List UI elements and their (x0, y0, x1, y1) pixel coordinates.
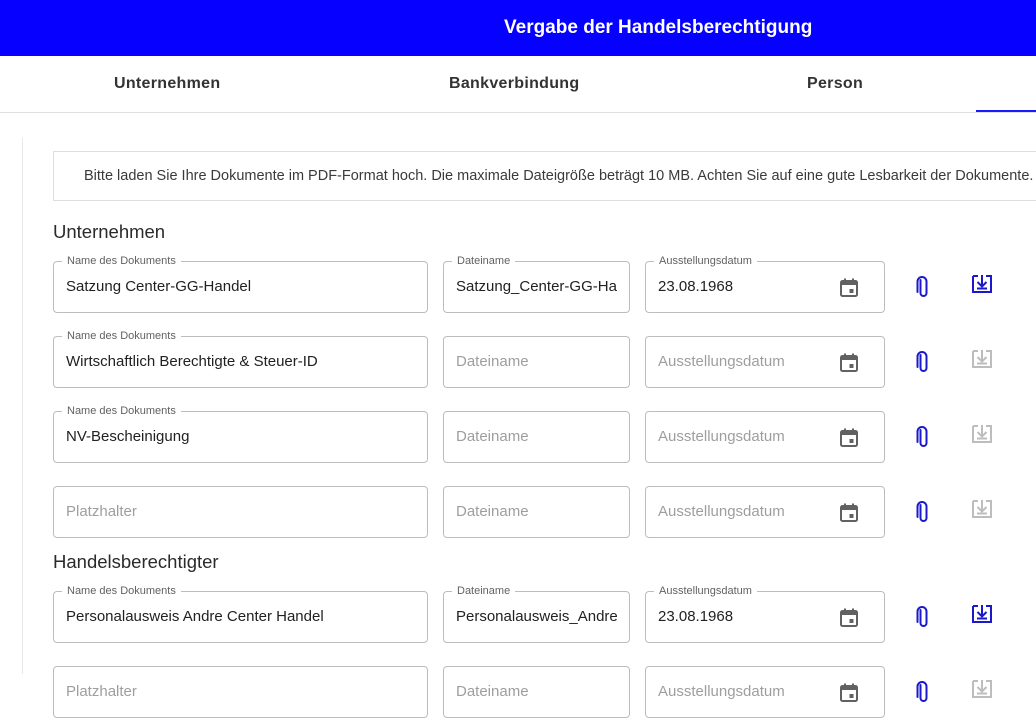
file-name-placeholder: Dateiname (456, 683, 529, 700)
file-name-field[interactable]: Dateiname (443, 336, 630, 388)
document-name-label: Name des Dokuments (62, 584, 181, 598)
active-tab-indicator (976, 110, 1036, 112)
info-text: Bitte laden Sie Ihre Dokumente im PDF-Fo… (84, 168, 1034, 184)
document-name-placeholder: Platzhalter (66, 503, 137, 520)
issue-date-field[interactable]: Ausstellungsdatum 23.08.1968 (645, 254, 885, 313)
download-icon[interactable] (969, 271, 995, 297)
document-name-placeholder: Platzhalter (66, 683, 137, 700)
issue-date-field[interactable]: Ausstellungsdatum (645, 486, 885, 538)
info-banner: Bitte laden Sie Ihre Dokumente im PDF-Fo… (53, 151, 1036, 201)
calendar-icon[interactable] (840, 428, 858, 447)
document-name-field[interactable]: Platzhalter (53, 486, 428, 538)
issue-date-placeholder: Ausstellungsdatum (658, 353, 785, 370)
issue-date-field[interactable]: Ausstellungsdatum (645, 411, 885, 463)
document-name-value: Satzung Center-GG-Handel (66, 278, 252, 295)
file-name-label: Dateiname (452, 584, 516, 598)
issue-date-placeholder: Ausstellungsdatum (658, 683, 785, 700)
file-name-placeholder: Dateiname (456, 428, 529, 445)
section-title: Unternehmen (53, 221, 166, 242)
document-name-value: Personalausweis Andre Center Handel (66, 608, 324, 625)
file-name-field[interactable]: Dateiname Satzung_Center-GG-Handel (443, 254, 630, 313)
download-icon (969, 346, 995, 372)
document-name-field[interactable]: Name des Dokuments NV-Bescheinigung (53, 404, 428, 463)
paperclip-icon[interactable] (909, 349, 935, 375)
file-name-placeholder: Dateiname (456, 503, 529, 520)
paperclip-icon[interactable] (909, 679, 935, 705)
calendar-icon[interactable] (840, 353, 858, 372)
file-name-field[interactable]: Dateiname (443, 411, 630, 463)
issue-date-label: Ausstellungsdatum (654, 584, 757, 598)
paperclip-icon[interactable] (909, 604, 935, 630)
calendar-icon[interactable] (840, 683, 858, 702)
file-name-field[interactable]: Dateiname (443, 486, 630, 538)
issue-date-label: Ausstellungsdatum (654, 254, 757, 268)
document-name-label: Name des Dokuments (62, 254, 181, 268)
paperclip-icon[interactable] (909, 499, 935, 525)
paperclip-icon[interactable] (909, 274, 935, 300)
file-name-value: Personalausweis_Andre_Center_Handel (456, 608, 617, 625)
document-name-label: Name des Dokuments (62, 404, 181, 418)
document-name-field[interactable]: Name des Dokuments Wirtschaftlich Berecht… (53, 329, 428, 388)
page-title: Vergabe der Handelsberechtigung (504, 17, 813, 38)
download-icon (969, 496, 995, 522)
tab-bankverbindung[interactable]: Bankverbindung (449, 56, 579, 112)
calendar-icon[interactable] (840, 278, 858, 297)
document-name-label: Name des Dokuments (62, 329, 181, 343)
calendar-icon[interactable] (840, 503, 858, 522)
tab-person[interactable]: Person (807, 56, 863, 112)
issue-date-placeholder: Ausstellungsdatum (658, 428, 785, 445)
file-name-label: Dateiname (452, 254, 516, 268)
tab-unternehmen[interactable]: Unternehmen (114, 56, 220, 112)
document-name-value: Wirtschaftlich Berechtigte & Steuer-ID (66, 353, 318, 370)
download-icon (969, 421, 995, 447)
issue-date-placeholder: Ausstellungsdatum (658, 503, 785, 520)
tab-bar: Unternehmen Bankverbindung Person (0, 56, 1036, 113)
issue-date-field[interactable]: Ausstellungsdatum (645, 336, 885, 388)
calendar-icon[interactable] (840, 608, 858, 627)
document-name-value: NV-Bescheinigung (66, 428, 190, 445)
download-icon (969, 676, 995, 702)
issue-date-field[interactable]: Ausstellungsdatum 23.08.1968 (645, 584, 885, 643)
file-name-field[interactable]: Dateiname Personalausweis_Andre_Center_Ha… (443, 584, 630, 643)
file-name-value: Satzung_Center-GG-Handel (456, 278, 617, 295)
section-title: Handelsberechtigter (53, 551, 219, 572)
document-name-field[interactable]: Name des Dokuments Satzung Center-GG-Hand… (53, 254, 428, 313)
download-icon[interactable] (969, 601, 995, 627)
document-name-field[interactable]: Name des Dokuments Personalausweis Andre … (53, 584, 428, 643)
paperclip-icon[interactable] (909, 424, 935, 450)
file-name-placeholder: Dateiname (456, 353, 529, 370)
content-divider (22, 138, 23, 674)
app-header: Vergabe der Handelsberechtigung (0, 0, 1036, 56)
